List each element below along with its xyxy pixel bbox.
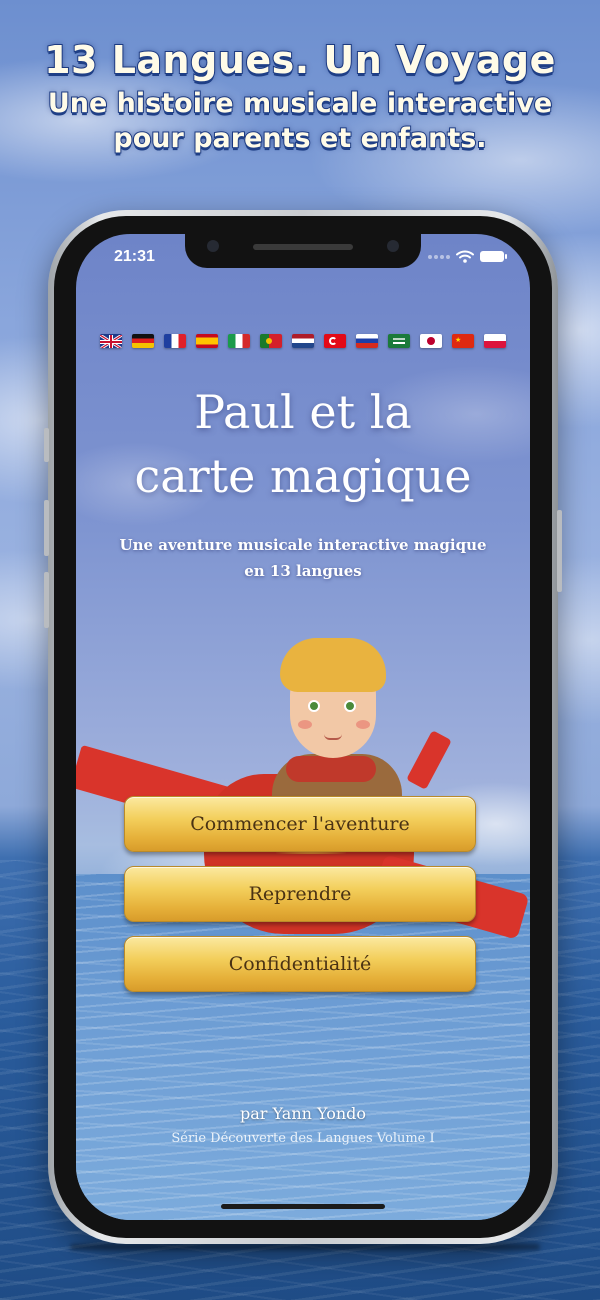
side-button [44,428,49,462]
boy-cheek-right [356,720,370,729]
china-flag-icon: ★ [452,334,474,348]
boy-scarf [286,756,376,782]
resume-button[interactable]: Reprendre [124,866,476,922]
boy-eye-left [308,700,320,712]
boy-cheek-left [298,720,312,729]
privacy-button[interactable]: Confidentialité [124,936,476,992]
power-button [557,510,562,592]
series-name: Série Découverte des Langues Volume I [171,1131,435,1146]
volume-up-button [44,500,49,556]
phone-shadow [70,1244,540,1250]
home-indicator[interactable] [221,1204,385,1209]
uk-flag-icon [100,334,122,348]
author-credit: par Yann Yondo [239,1104,367,1123]
france-flag-icon [164,334,186,348]
netherlands-flag-icon [292,334,314,348]
status-icons [428,250,507,263]
spain-flag-icon [196,334,218,348]
app-title-line2: carte magique [134,449,472,503]
poland-flag-icon [484,334,506,348]
status-time: 21:31 [114,248,155,265]
promo-headline: 13 Langues. Un Voyage Une histoire music… [0,37,600,155]
app-subtitle-line1: Une aventure musicale interactive magiqu… [119,536,487,554]
germany-flag-icon [132,334,154,348]
front-camera-icon [207,240,219,252]
portugal-flag-icon [260,334,282,348]
saudi-arabia-flag-icon [388,334,410,348]
boy-hair [280,638,386,692]
promo-title: 13 Langues. Un Voyage [43,37,556,83]
boy-eye-right [344,700,356,712]
app-title: Paul et la carte magique [76,380,530,508]
japan-flag-icon [420,334,442,348]
volume-down-button [44,572,49,628]
wifi-icon [456,250,474,263]
promo-subtitle-line1: Une histoire musicale interactive [47,87,553,120]
app-subtitle-line2: en 13 langues [244,562,362,580]
battery-icon [480,251,507,262]
start-adventure-button[interactable]: Commencer l'aventure [124,796,476,852]
signal-dots-icon [428,254,450,259]
notch [185,234,421,268]
language-flags: ★ [100,334,506,348]
italy-flag-icon [228,334,250,348]
app-subtitle: Une aventure musicale interactive magiqu… [96,532,510,584]
turkey-flag-icon [324,334,346,348]
promo-subtitle-line2: pour parents et enfants. [112,122,487,155]
phone-frame: 21:31 ★ Paul et la carte magique Une ave… [44,210,562,1244]
russia-flag-icon [356,334,378,348]
sensor-icon [387,240,399,252]
plane-tail-fin [406,730,452,790]
phone-screen: 21:31 ★ Paul et la carte magique Une ave… [76,234,530,1220]
earpiece-speaker [253,244,353,250]
app-title-line1: Paul et la [194,385,412,439]
